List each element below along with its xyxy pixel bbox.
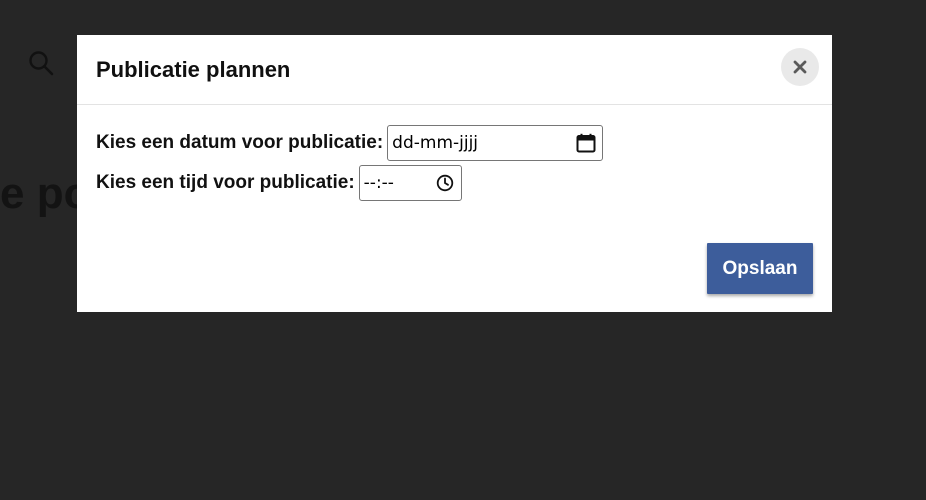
date-row: Kies een datum voor publicatie: dd-mm-jj… — [96, 125, 604, 161]
page: e po Publicatie plannen Kies een datum v… — [0, 0, 926, 500]
date-label: Kies een datum voor publicatie: — [96, 132, 384, 153]
calendar-icon[interactable] — [576, 133, 596, 153]
time-row: Kies een tijd voor publicatie: --:-- — [96, 165, 462, 201]
time-input[interactable]: --:-- — [358, 165, 462, 201]
save-button[interactable]: Opslaan — [707, 243, 813, 294]
close-icon — [792, 59, 808, 75]
date-input[interactable]: dd-mm-jjjj — [387, 125, 604, 161]
schedule-publication-dialog: Publicatie plannen Kies een datum voor p… — [77, 35, 832, 312]
time-label: Kies een tijd voor publicatie: — [96, 172, 355, 193]
dialog-header: Publicatie plannen — [77, 35, 832, 105]
time-placeholder: --:-- — [363, 173, 394, 193]
date-placeholder: dd-mm-jjjj — [392, 133, 479, 153]
dialog-title: Publicatie plannen — [96, 57, 291, 82]
clock-icon[interactable] — [436, 174, 454, 192]
close-button[interactable] — [781, 48, 819, 86]
